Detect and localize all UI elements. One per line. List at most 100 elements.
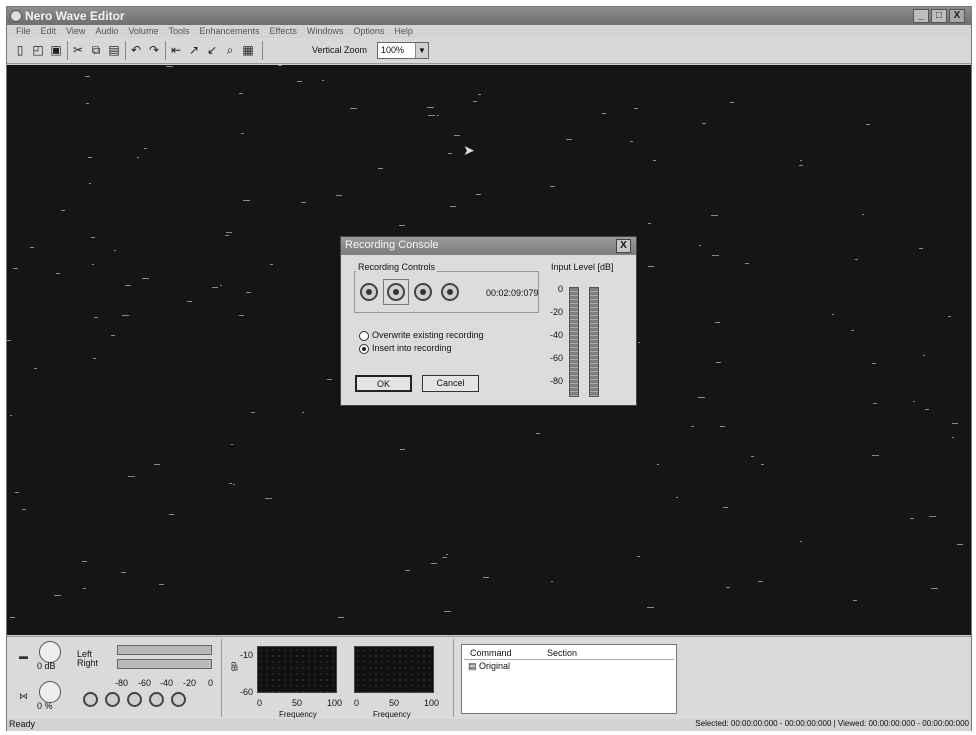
- waveform-noise-speck: [93, 358, 96, 359]
- record-icon: [393, 289, 399, 295]
- menu-help[interactable]: Help: [389, 25, 418, 38]
- waveform-noise-speck: [476, 194, 481, 195]
- insert-radio[interactable]: [359, 344, 369, 354]
- zoom-out-icon[interactable]: ↙: [205, 43, 219, 57]
- waveform-noise-speck: [265, 498, 272, 499]
- menu-enhancements[interactable]: Enhancements: [194, 25, 264, 38]
- zoom-in-icon[interactable]: ↗: [187, 43, 201, 57]
- waveform-noise-speck: [957, 544, 963, 545]
- menu-tools[interactable]: Tools: [163, 25, 194, 38]
- maximize-button[interactable]: □: [931, 9, 947, 23]
- minimize-button[interactable]: _: [913, 9, 929, 23]
- waveform-noise-speck: [226, 232, 232, 233]
- waveform-noise-speck: [229, 483, 232, 484]
- vu-meter-bottom: [117, 659, 212, 669]
- waveform-noise-speck: [536, 433, 540, 434]
- level-tick: -60: [549, 353, 563, 363]
- waveform-noise-speck: [85, 76, 90, 77]
- waveform-noise-speck: [872, 363, 876, 364]
- dialog-close-button[interactable]: X: [616, 239, 631, 253]
- loop-button[interactable]: [127, 692, 142, 707]
- menu-windows[interactable]: Windows: [302, 25, 349, 38]
- menu-file[interactable]: File: [11, 25, 36, 38]
- volume-value: 0 dB: [37, 661, 56, 671]
- speed-value: 0 %: [37, 701, 53, 711]
- waveform-noise-speck: [10, 415, 12, 416]
- menu-effects[interactable]: Effects: [265, 25, 302, 38]
- waveform-noise-speck: [853, 600, 857, 601]
- stop-playback-button[interactable]: [149, 692, 164, 707]
- redo-icon[interactable]: ↷: [147, 43, 161, 57]
- title-bar[interactable]: Nero Wave Editor _ □ X: [7, 7, 971, 25]
- go-to-start-button[interactable]: [83, 692, 98, 707]
- waveform-noise-speck: [241, 133, 244, 134]
- menu-volume[interactable]: Volume: [123, 25, 163, 38]
- waveform-noise-speck: [338, 617, 344, 618]
- history-list[interactable]: Command Section ▤ Original: [461, 644, 677, 714]
- vertical-zoom-select[interactable]: 100% ▼: [377, 42, 429, 59]
- undo-icon[interactable]: ↶: [129, 43, 143, 57]
- waveform-noise-speck: [225, 235, 229, 236]
- waveform-noise-speck: [405, 570, 410, 571]
- waveform-noise-speck: [483, 577, 489, 578]
- record-playback-button[interactable]: [171, 692, 186, 707]
- waveform-noise-speck: [91, 237, 95, 238]
- insert-radio-label[interactable]: Insert into recording: [372, 343, 452, 353]
- waveform-noise-speck: [251, 412, 255, 413]
- waveform-noise-speck: [551, 581, 553, 582]
- history-column-section[interactable]: Section: [547, 648, 577, 658]
- menu-view[interactable]: View: [61, 25, 90, 38]
- waveform-noise-speck: [144, 148, 147, 149]
- speed-knob[interactable]: [39, 681, 61, 703]
- copy-icon[interactable]: ⧉: [89, 43, 103, 57]
- pause-button[interactable]: [414, 283, 432, 301]
- stop-button[interactable]: [441, 283, 459, 301]
- dialog-title: Recording Console: [345, 239, 439, 251]
- panel-separator: [453, 639, 454, 717]
- zoom-fit-icon[interactable]: ▦: [241, 43, 255, 57]
- list-item[interactable]: ▤ Original: [468, 661, 510, 672]
- waveform-noise-speck: [13, 268, 18, 269]
- cut-icon[interactable]: ✂: [71, 43, 85, 57]
- open-icon[interactable]: ◰: [31, 43, 45, 57]
- waveform-noise-speck: [437, 115, 439, 116]
- waveform-noise-speck: [142, 278, 149, 279]
- waveform-noise-speck: [800, 160, 802, 161]
- cancel-button[interactable]: Cancel: [422, 375, 479, 392]
- waveform-noise-speck: [15, 492, 19, 493]
- balance-knob[interactable]: [39, 641, 61, 663]
- paste-icon[interactable]: ▤: [107, 43, 121, 57]
- spectrum-db-axis-label: dB: [229, 661, 239, 672]
- rewind-button[interactable]: [360, 283, 378, 301]
- waveform-noise-speck: [239, 93, 243, 94]
- zoom-select-icon[interactable]: ⌕: [223, 43, 237, 57]
- record-button[interactable]: [387, 283, 405, 301]
- waveform-noise-speck: [715, 322, 720, 323]
- chevron-down-icon[interactable]: ▼: [415, 43, 428, 58]
- dialog-title-bar[interactable]: Recording Console X: [341, 237, 636, 255]
- overwrite-radio-label[interactable]: Overwrite existing recording: [372, 330, 484, 340]
- menu-edit[interactable]: Edit: [36, 25, 62, 38]
- overwrite-radio[interactable]: [359, 331, 369, 341]
- app-icon[interactable]: [10, 10, 22, 22]
- history-column-command[interactable]: Command: [470, 648, 512, 658]
- close-button[interactable]: X: [949, 9, 965, 23]
- waveform-noise-speck: [948, 316, 951, 317]
- waveform-noise-speck: [220, 285, 222, 286]
- waveform-noise-speck: [89, 183, 91, 184]
- new-icon[interactable]: ▯: [13, 43, 27, 57]
- waveform-noise-speck: [301, 202, 306, 203]
- play-button[interactable]: [105, 692, 120, 707]
- ok-button[interactable]: OK: [355, 375, 412, 392]
- save-icon[interactable]: ▣: [49, 43, 63, 57]
- waveform-noise-speck: [212, 287, 218, 288]
- waveform-noise-speck: [378, 168, 383, 169]
- history-header-divider: [464, 659, 674, 660]
- menu-options[interactable]: Options: [348, 25, 389, 38]
- waveform-noise-speck: [952, 423, 958, 424]
- waveform-noise-speck: [873, 403, 877, 404]
- waveform-noise-speck: [233, 484, 235, 485]
- menu-audio[interactable]: Audio: [90, 25, 123, 38]
- level-tick: -80: [549, 376, 563, 386]
- fit-icon[interactable]: ⇤: [169, 43, 183, 57]
